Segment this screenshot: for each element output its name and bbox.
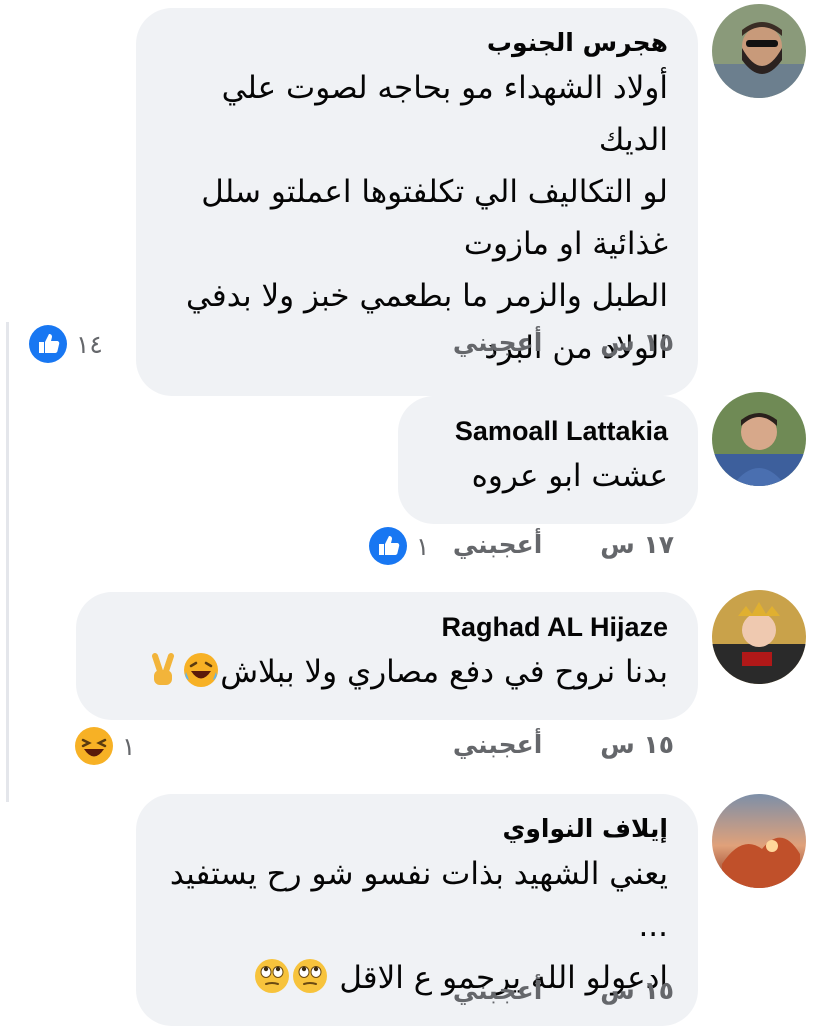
comment-time[interactable]: ١٥ س <box>600 328 674 357</box>
comment-actions: ١٧ س أعجبني <box>453 530 674 559</box>
avatar[interactable] <box>712 794 806 888</box>
victory-hand-emoji <box>152 653 175 685</box>
comment-text: بدنا نروح في دفع مصاري ولا ببلاش <box>106 646 668 698</box>
like-icon <box>369 527 407 565</box>
comment-time[interactable]: ١٥ س <box>600 730 674 759</box>
comment-actions: ١٥ س أعجبني <box>453 730 674 759</box>
eye-roll-emoji <box>293 959 328 993</box>
haha-icon <box>75 727 113 765</box>
reaction-summary[interactable]: ١ <box>74 726 135 766</box>
reaction-summary[interactable]: ١ <box>368 526 429 566</box>
avatar[interactable] <box>712 4 806 98</box>
comment-author[interactable]: Samoall Lattakia <box>428 414 668 448</box>
comment-author[interactable]: Raghad AL Hijaze <box>106 610 668 644</box>
comment-time[interactable]: ١٥ س <box>600 976 674 1005</box>
comment-actions: ١٥ س أعجبني <box>453 328 674 357</box>
comment-bubble: Raghad AL Hijaze بدنا نروح في دفع مصاري … <box>76 592 698 720</box>
comment-text-content: يعني الشهيد بذات نفسو شو رح يستفيد ... ا… <box>169 856 668 996</box>
like-button[interactable]: أعجبني <box>453 328 542 357</box>
avatar[interactable] <box>712 392 806 486</box>
reply-thread-line <box>6 322 9 802</box>
laughing-tears-emoji <box>184 653 219 687</box>
comment-bubble: Samoall Lattakia عشت ابو عروه <box>398 396 698 524</box>
eye-roll-emoji <box>255 959 290 993</box>
comment-text-content: بدنا نروح في دفع مصاري ولا ببلاش <box>220 654 668 690</box>
comment-actions: ١٥ س أعجبني <box>453 976 674 1005</box>
reaction-count: ١ <box>416 531 430 561</box>
reaction-summary[interactable]: ١٤ <box>28 324 103 364</box>
reaction-count: ١ <box>122 731 136 761</box>
like-icon <box>29 325 67 363</box>
comment-text: عشت ابو عروه <box>471 458 668 494</box>
comment-author[interactable]: هجرس الجنوب <box>166 26 668 60</box>
comment-author[interactable]: إيلاف النواوي <box>166 812 668 846</box>
avatar[interactable] <box>712 590 806 684</box>
like-button[interactable]: أعجبني <box>453 530 542 559</box>
like-button[interactable]: أعجبني <box>453 730 542 759</box>
like-button[interactable]: أعجبني <box>453 976 542 1005</box>
reaction-count: ١٤ <box>76 329 103 359</box>
comment-time[interactable]: ١٧ س <box>600 530 674 559</box>
